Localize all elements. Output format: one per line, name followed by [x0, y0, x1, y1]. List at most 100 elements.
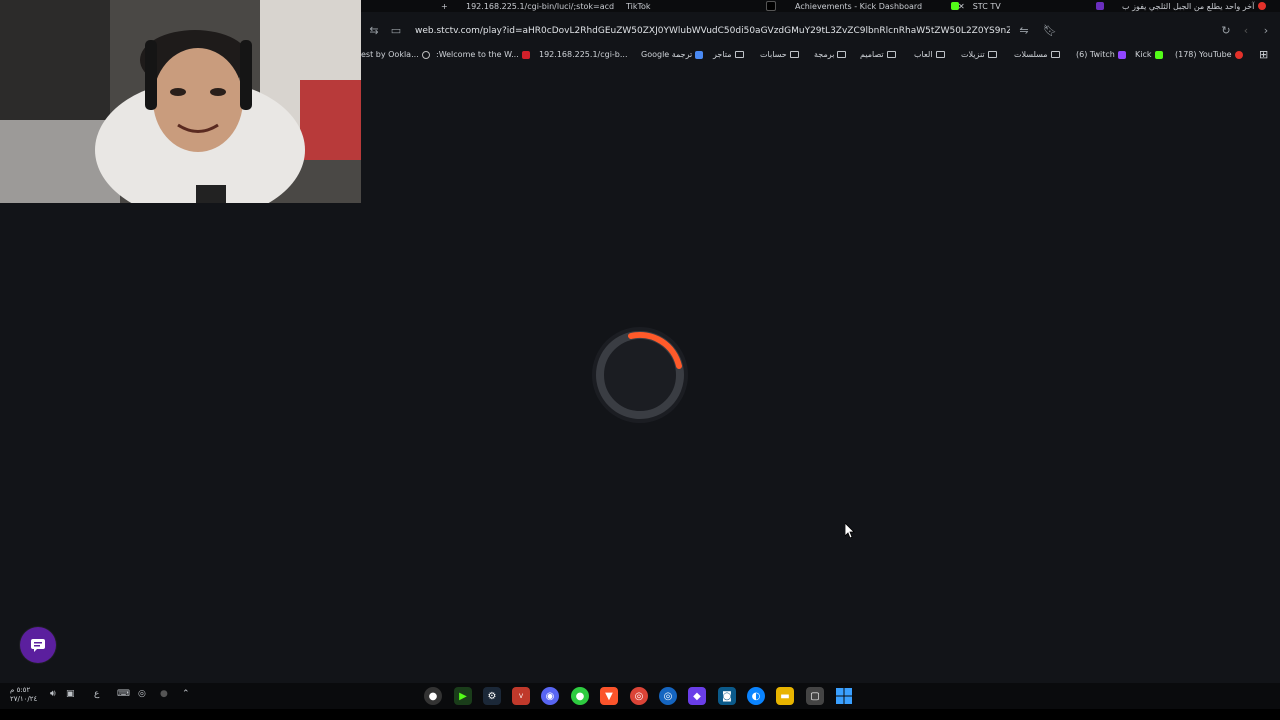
folder-icon [886, 51, 896, 58]
mouse-cursor [844, 522, 855, 541]
bookmark-youtube[interactable]: (178) YouTube [1175, 50, 1243, 59]
bookmark-router[interactable]: 192.168.225.1/cgi-b... [539, 50, 628, 59]
spinner-icon [592, 327, 688, 423]
site-info-icon[interactable]: ▭ [389, 24, 403, 38]
back-icon[interactable]: ‹ [1239, 24, 1253, 38]
windows-start-icon[interactable] [835, 687, 853, 705]
tiktok-icon [766, 1, 776, 11]
bookmark-speedtest[interactable]: est by Ookla... [361, 50, 430, 59]
app-voicemeeter-icon[interactable]: V [512, 687, 530, 705]
tab-label: آخر واحد يطلع من الجبل الثلجي يفوز ب [1122, 1, 1255, 11]
webcam-overlay [0, 0, 361, 203]
folder-icon [837, 51, 847, 58]
bookmark-folder-accounts[interactable]: حسابات [760, 50, 799, 59]
tab-label: Achievements - Kick Dashboard [795, 1, 923, 11]
keyboard-icon[interactable]: ⌨ [117, 689, 130, 699]
bookmark-label: (6) Twitch [1076, 50, 1115, 59]
extensions-icon[interactable]: ⊞ [1259, 48, 1268, 61]
bookmark-label: :Welcome to the W... [436, 50, 519, 59]
bookmark-welcome[interactable]: :Welcome to the W... [436, 50, 530, 59]
bookmark-label: متاجر [713, 50, 732, 59]
close-tab-icon[interactable]: ✕ [958, 2, 965, 11]
app-chrome-beta-icon[interactable]: ◎ [659, 687, 677, 705]
share-icon[interactable]: ⇋ [1017, 24, 1031, 38]
youtube-icon [1258, 2, 1267, 10]
tab-label: 192.168.225.1/cgi-bin/luci/;stok=acd [466, 1, 615, 11]
network-icon[interactable]: ▣ [66, 689, 75, 699]
bottom-strip [0, 709, 1280, 720]
forward-icon[interactable]: › [1259, 24, 1273, 38]
cursor-icon [844, 522, 855, 539]
bookmark-label: العاب [914, 50, 933, 59]
bookmark-label: Google ترجمة [641, 50, 693, 59]
chat-button[interactable] [20, 627, 56, 663]
taskbar-clock[interactable]: ٥:٥٢ م ٢٧/١٠/٢٤ [10, 686, 37, 704]
app-chrome-icon[interactable]: ◎ [630, 687, 648, 705]
tab-router[interactable]: 192.168.225.1/cgi-bin/luci/;stok=acd [466, 0, 614, 12]
folder-icon [789, 51, 799, 58]
taskbar: ٥:٥٢ م ٢٧/١٠/٢٤ 🔊︎ ▣ ع ⌨ ◎ ● ⌃ ● ▶ ⚙ V ◉… [0, 683, 1280, 709]
windows-logo [836, 688, 852, 704]
vpn-icon[interactable]: ◎ [138, 689, 146, 699]
tab-label: STC TV [972, 1, 1001, 11]
app-browser-icon[interactable]: ◐ [747, 687, 765, 705]
folder-icon [734, 51, 744, 58]
bookmarks-bar: est by Ookla... :Welcome to the W... 192… [361, 47, 1280, 63]
bookmark-google-translate[interactable]: Google ترجمة [641, 50, 704, 59]
clock-date: ٢٧/١٠/٢٤ [10, 695, 38, 703]
volume-icon[interactable]: 🔊︎ [50, 689, 56, 699]
translate-icon [695, 50, 704, 59]
loading-spinner [590, 325, 690, 425]
folder-icon [1050, 51, 1060, 58]
tab-search-icon[interactable]: ⇆ [367, 24, 381, 38]
tab-kick-dashboard[interactable]: Achievements - Kick Dashboard [766, 0, 960, 12]
webcam-image [0, 0, 361, 203]
bookmark-label: est by Ookla... [361, 50, 419, 59]
bookmark-label: Kick [1135, 50, 1152, 59]
bookmark-twitch[interactable]: (6) Twitch [1076, 50, 1126, 59]
bookmark-folder-designs[interactable]: تصاميم [860, 50, 896, 59]
bookmark-label: برمجة [814, 50, 835, 59]
twitch-icon [1117, 50, 1126, 59]
show-hidden-icons-icon[interactable]: ⌃ [182, 689, 190, 699]
bookmark-kick[interactable]: Kick [1135, 50, 1163, 59]
reload-icon[interactable]: ↻ [1219, 24, 1233, 38]
app-duolingo-icon[interactable]: ● [571, 687, 589, 705]
app-kick-icon[interactable]: ▶ [454, 687, 472, 705]
browser-tab-strip: + 192.168.225.1/cgi-bin/luci/;stok=acd T… [361, 0, 1280, 12]
new-tab-button[interactable]: + [441, 0, 448, 12]
app-obs-icon[interactable]: ● [424, 687, 442, 705]
bookmark-label: تصاميم [860, 50, 884, 59]
url-field[interactable]: web.stctv.com/play?id=aHR0cDovL2RhdGEuZW… [415, 26, 1010, 36]
app-capcut-icon[interactable]: ◆ [688, 687, 706, 705]
tab-label: TikTok [626, 1, 651, 11]
address-bar: ⇆ ▭ web.stctv.com/play?id=aHR0cDovL2RhdG… [361, 22, 1280, 42]
speedtest-icon [421, 50, 430, 59]
language-indicator[interactable]: ع [94, 689, 99, 699]
twitch-icon [1096, 2, 1104, 10]
app-discord-icon[interactable]: ◉ [541, 687, 559, 705]
app-steam-icon[interactable]: ⚙ [483, 687, 501, 705]
huawei-icon [521, 50, 530, 59]
bookmark-folder-series[interactable]: مسلسلات [1014, 50, 1060, 59]
microphone-icon[interactable]: ● [160, 689, 168, 699]
youtube-icon [1234, 50, 1243, 59]
file-explorer-icon[interactable]: ▬ [776, 687, 794, 705]
bookmark-icon[interactable]: 🔖︎ [1043, 24, 1057, 38]
folder-icon [935, 51, 945, 58]
bookmark-label: حسابات [760, 50, 787, 59]
chat-icon [31, 639, 45, 652]
app-outlook-icon[interactable]: ◙ [718, 687, 736, 705]
app-brave-icon[interactable]: ▼ [600, 687, 618, 705]
bookmark-folder-programming[interactable]: برمجة [814, 50, 847, 59]
bookmark-label: تنزيلات [961, 50, 985, 59]
tab-stc-tv[interactable]: ✕ STC TV [958, 0, 1001, 12]
tab-tiktok[interactable]: TikTok [626, 0, 651, 12]
bookmark-label: (178) YouTube [1175, 50, 1232, 59]
bookmark-folder-games[interactable]: العاب [914, 50, 945, 59]
tab-youtube-video[interactable]: آخر واحد يطلع من الجبل الثلجي يفوز ب [1096, 0, 1267, 12]
task-view-icon[interactable]: ▢ [806, 687, 824, 705]
bookmark-folder-downloads[interactable]: تنزيلات [961, 50, 997, 59]
bookmark-folder-stores[interactable]: متاجر [713, 50, 744, 59]
clock-time: ٥:٥٢ م [10, 686, 31, 694]
